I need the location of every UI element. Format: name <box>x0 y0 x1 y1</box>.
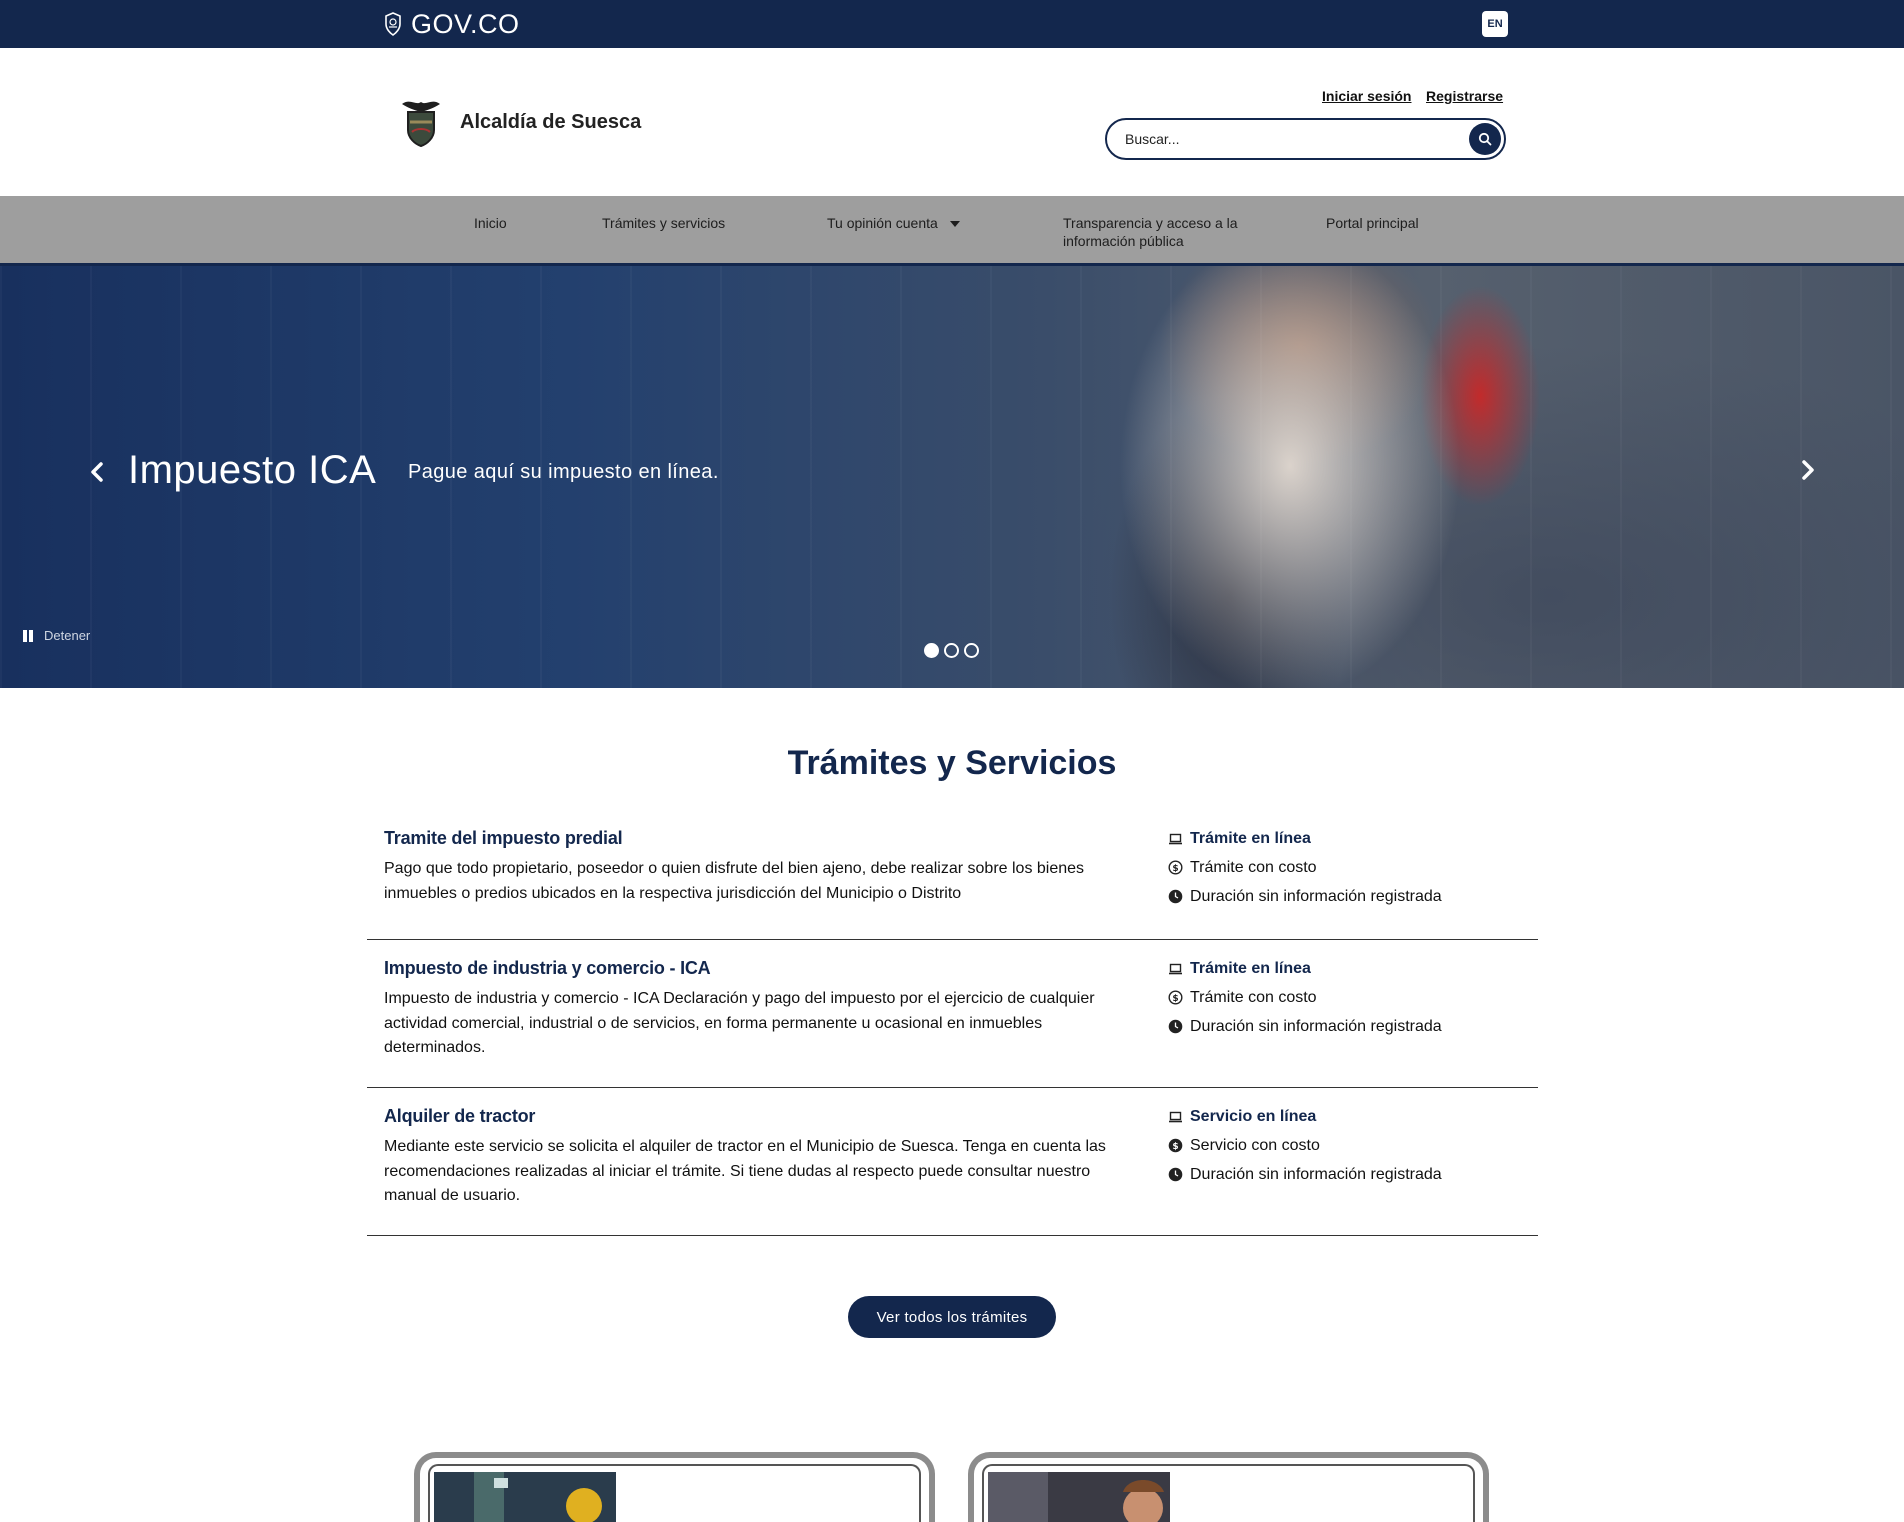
tramite-mode-label: Servicio en línea <box>1190 1107 1317 1125</box>
carousel-indicators <box>924 643 979 658</box>
govco-logo-text: GOV.CO <box>411 8 520 39</box>
tramite-item: Alquiler de tractor Mediante este servic… <box>367 1088 1538 1236</box>
tramite-duration-label: Duración sin información registrada <box>1190 1165 1442 1183</box>
dollar-circle-icon: $ <box>1168 1138 1183 1153</box>
tramite-cost: $ Trámite con costo <box>1168 983 1442 1012</box>
laptop-icon <box>1169 1111 1182 1123</box>
chevron-down-icon <box>949 221 960 228</box>
tramite-name[interactable]: Impuesto de industria y comercio - ICA <box>384 958 711 979</box>
nav-item-opinion-label: Tu opinión cuenta <box>827 215 938 231</box>
nav-item-portal[interactable]: Portal principal <box>1326 214 1419 232</box>
search-box <box>1105 118 1506 160</box>
card-image <box>988 1472 1170 1522</box>
carousel-dot[interactable] <box>964 643 979 658</box>
carousel-dot[interactable] <box>944 643 959 658</box>
dollar-circle-icon: $ <box>1168 860 1183 875</box>
laptop-icon <box>1169 833 1182 845</box>
search-button[interactable] <box>1469 123 1501 155</box>
brand-link[interactable]: Alcaldía de Suesca <box>396 96 641 148</box>
card-frame <box>428 1464 921 1522</box>
tramite-name[interactable]: Alquiler de tractor <box>384 1106 535 1127</box>
tramite-duration-label: Duración sin información registrada <box>1190 887 1442 905</box>
govco-bar: GOV.CO EN <box>0 0 1904 48</box>
tramite-mode: Trámite en línea <box>1168 954 1442 983</box>
colombia-shield-icon <box>385 12 401 36</box>
tramite-item: Impuesto de industria y comercio - ICA I… <box>367 940 1538 1088</box>
chevron-right-icon[interactable] <box>1795 458 1819 482</box>
nav-item-transparencia[interactable]: Transparencia y acceso a la información … <box>1063 214 1253 250</box>
municipality-crest-icon <box>402 101 440 148</box>
svg-text:$: $ <box>1172 1142 1178 1152</box>
tramite-mode: Servicio en línea <box>1168 1102 1442 1131</box>
clock-icon <box>1168 1167 1183 1182</box>
pause-button[interactable]: Detener <box>22 628 90 643</box>
card-image <box>434 1472 616 1522</box>
tramite-meta: Servicio en línea $ Servicio con costo D… <box>1168 1102 1442 1189</box>
card-frame <box>982 1464 1475 1522</box>
hero-carousel: Impuesto ICA Pague aquí su impuesto en l… <box>0 266 1904 688</box>
site-header: Alcaldía de Suesca Iniciar sesión Regist… <box>0 48 1904 196</box>
tramite-mode: Trámite en línea <box>1168 824 1442 853</box>
tramite-description: Mediante este servicio se solicita el al… <box>384 1138 1106 1204</box>
tramite-duration: Duración sin información registrada <box>1168 1012 1442 1041</box>
tramite-duration: Duración sin información registrada <box>1168 1160 1442 1189</box>
language-toggle-button[interactable]: EN <box>1482 11 1508 37</box>
pause-label: Detener <box>44 628 91 643</box>
search-input[interactable] <box>1125 128 1455 150</box>
hero-title: Impuesto ICA <box>128 448 377 492</box>
feature-card[interactable] <box>414 1452 935 1522</box>
dollar-circle-icon: $ <box>1168 990 1183 1005</box>
login-link[interactable]: Iniciar sesión <box>1322 88 1411 104</box>
brand-name: Alcaldía de Suesca <box>460 110 642 133</box>
tramite-meta: Trámite en línea $ Trámite con costo Dur… <box>1168 824 1442 911</box>
svg-text:$: $ <box>1172 994 1178 1004</box>
chevron-left-icon[interactable] <box>86 460 110 484</box>
view-all-tramites-button[interactable]: Ver todos los trámites <box>848 1296 1056 1338</box>
tramite-mode-label: Trámite en línea <box>1190 829 1311 847</box>
pause-icon <box>22 629 34 642</box>
main-nav: Inicio Trámites y servicios Tu opinión c… <box>0 196 1904 266</box>
nav-item-inicio[interactable]: Inicio <box>474 214 507 232</box>
clock-icon <box>1168 889 1183 904</box>
tramite-item: Tramite del impuesto predial Pago que to… <box>367 820 1538 940</box>
search-icon <box>1478 132 1492 146</box>
section-title: Trámites y Servicios <box>787 744 1117 782</box>
clock-icon <box>1168 1019 1183 1034</box>
tramite-mode-label: Trámite en línea <box>1190 959 1311 977</box>
feature-card[interactable] <box>968 1452 1489 1522</box>
svg-text:$: $ <box>1172 864 1178 874</box>
tramite-description: Pago que todo propietario, poseedor o qu… <box>384 860 1085 902</box>
register-link[interactable]: Registrarse <box>1426 88 1503 104</box>
tramite-name[interactable]: Tramite del impuesto predial <box>384 828 623 849</box>
tramite-cost-label: Trámite con costo <box>1190 988 1317 1006</box>
tramite-cost: $ Trámite con costo <box>1168 853 1442 882</box>
tramite-meta: Trámite en línea $ Trámite con costo Dur… <box>1168 954 1442 1041</box>
carousel-dot[interactable] <box>924 643 939 658</box>
tramite-cost-label: Servicio con costo <box>1190 1136 1320 1154</box>
tramite-description: Impuesto de industria y comercio - ICA D… <box>384 990 1095 1056</box>
laptop-icon <box>1169 963 1182 975</box>
govco-logo[interactable]: GOV.CO <box>383 8 520 39</box>
tramite-cost-label: Trámite con costo <box>1190 858 1317 876</box>
nav-item-opinion[interactable]: Tu opinión cuenta <box>827 214 960 232</box>
tramite-duration-label: Duración sin información registrada <box>1190 1017 1442 1035</box>
tramite-duration: Duración sin información registrada <box>1168 882 1442 911</box>
hero-subtitle[interactable]: Pague aquí su impuesto en línea. <box>408 461 719 484</box>
nav-item-tramites[interactable]: Trámites y servicios <box>602 214 725 232</box>
tramite-cost: $ Servicio con costo <box>1168 1131 1442 1160</box>
